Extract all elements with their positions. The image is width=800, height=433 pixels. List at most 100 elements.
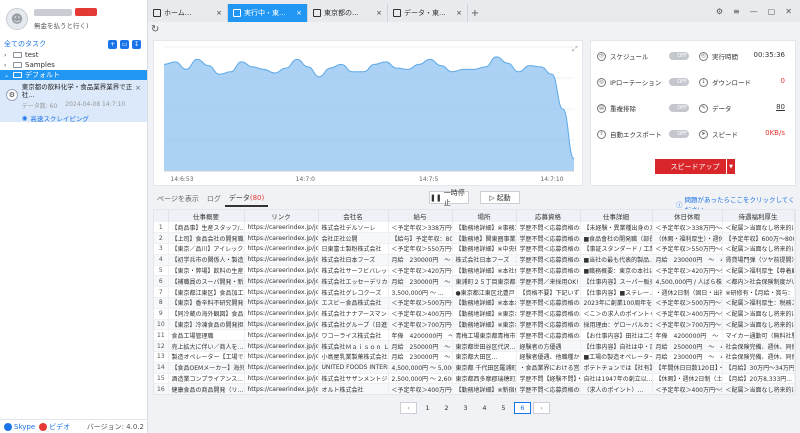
- table-row[interactable]: 2 【上司】食品会社の開発職... https://careerindex.jp/j…: [154, 232, 795, 245]
- table-row[interactable]: 15 酒造業コンプライアンス... https://careerindex.jp/j…: [154, 373, 795, 385]
- prev-page-button[interactable]: ‹: [400, 402, 417, 414]
- import-icon[interactable]: ↧: [132, 39, 141, 49]
- speed-up-button[interactable]: スピードアップ ▼: [655, 159, 735, 174]
- table-cell: 株式会社サザンメントジャ...: [318, 373, 389, 385]
- sidebar: ☻ 無金を払うと行く) 全てのタスク + ▭ ↧ › test › Samples …: [0, 0, 148, 433]
- close-icon[interactable]: ×: [296, 9, 302, 17]
- data-count-link[interactable]: 80: [776, 103, 785, 111]
- column-header[interactable]: 仕事詳細: [580, 210, 653, 222]
- menu-icon[interactable]: ≡: [733, 7, 740, 16]
- column-header[interactable]: 場所: [452, 210, 517, 222]
- table-cell: 東京都大田区...: [452, 351, 517, 363]
- folder-samples[interactable]: › Samples: [0, 60, 147, 70]
- table-cell: ポテトチョンでは【社有】...: [580, 362, 653, 374]
- new-task-icon[interactable]: +: [108, 39, 117, 49]
- task-title: 東京都の飲料化学・食品業界業界で正社...: [21, 83, 133, 99]
- table-cell: 9: [154, 308, 169, 320]
- table-cell: ＜配属＞当面なし将来的に...: [722, 383, 795, 394]
- page-button-3[interactable]: 3: [457, 402, 474, 414]
- ip-rotation-toggle[interactable]: OFF: [669, 78, 689, 86]
- tab-running[interactable]: 実行中・東... ×: [228, 4, 308, 22]
- table-row[interactable]: 7 【東京都江東区】食品加工... https://careerindex.jp/j…: [154, 286, 795, 299]
- table-cell: 株式会社サーフビバレッジ: [318, 265, 389, 277]
- tab-log[interactable]: ログ: [203, 191, 225, 207]
- table-row[interactable]: 9 【同冷蔵の海外観図】食品... https://careerindex.jp/j…: [154, 308, 795, 320]
- close-icon[interactable]: ×: [135, 84, 141, 92]
- table-cell: 年俸 4200000円 ～ 4...: [388, 329, 453, 342]
- table-cell: 食品工場管理職: [168, 329, 245, 342]
- all-tasks-label[interactable]: 全てのタスク: [4, 39, 46, 49]
- table-row[interactable]: 1 【商品事】生産スタッフ/... https://careerindex.jp/j…: [154, 222, 795, 234]
- close-icon[interactable]: ×: [216, 9, 222, 17]
- settings-icon[interactable]: ⚙: [716, 7, 723, 16]
- table-cell: 12: [154, 340, 169, 353]
- auto-export-toggle[interactable]: OFF: [669, 130, 689, 138]
- chevron-down-icon[interactable]: ▼: [726, 159, 735, 174]
- table-row[interactable]: 16 健康食品の商品開発（リ... https://careerindex.jp/j…: [154, 383, 795, 394]
- table-row[interactable]: 3 【東京／品川】アイレック... https://careerindex.jp/j…: [154, 243, 795, 255]
- new-folder-icon[interactable]: ▭: [120, 39, 129, 49]
- add-tab-icon[interactable]: +: [468, 4, 482, 22]
- table-cell: 【初学兵市の関係人・製造...: [168, 254, 245, 266]
- refresh-icon[interactable]: ↻: [151, 24, 163, 36]
- table-row[interactable]: 13 製造オペレーター【工場で... https://careerindex.jp/…: [154, 351, 795, 363]
- column-header[interactable]: 会社名: [318, 210, 389, 222]
- maximize-icon[interactable]: ▢: [768, 7, 776, 16]
- table-cell: 6: [154, 275, 169, 288]
- skype-link[interactable]: Skype: [4, 422, 35, 431]
- table-cell: https://careerindex.jp/job_...: [244, 254, 319, 266]
- page-button-4[interactable]: 4: [476, 402, 493, 414]
- table-cell: オルト株式会社: [318, 383, 389, 394]
- tab-data[interactable]: データ・東... ×: [388, 4, 468, 22]
- pause-button[interactable]: ❚❚ 一時停止: [429, 189, 469, 207]
- table-row[interactable]: 12 売上拡大に伴い／商人を... https://careerindex.jp/j…: [154, 340, 795, 353]
- expand-icon[interactable]: ⤢: [572, 45, 578, 53]
- table-row[interactable]: 5 【東京・弊場】飲料の生産... https://careerindex.jp/j…: [154, 265, 795, 277]
- table-row[interactable]: 8 【東京】香辛料不研究開発... https://careerindex.jp/j…: [154, 297, 795, 309]
- start-button[interactable]: ▷ 起動: [480, 191, 520, 204]
- next-page-button[interactable]: ›: [533, 402, 550, 414]
- column-header[interactable]: 仕事概要: [168, 210, 245, 222]
- column-header[interactable]: 応募資格: [516, 210, 581, 222]
- column-header[interactable]: 待遇福利厚生: [722, 210, 795, 222]
- plan-badge[interactable]: [75, 8, 97, 16]
- page-button-1[interactable]: 1: [419, 402, 436, 414]
- avatar[interactable]: ☻: [6, 8, 28, 30]
- table-row[interactable]: 4 【初学兵市の関係人・製造... https://careerindex.jp/j…: [154, 254, 795, 266]
- close-icon[interactable]: ×: [376, 9, 382, 17]
- window-close-icon[interactable]: ✕: [785, 7, 792, 16]
- table-cell: 月給 230000円 ～ ......: [388, 275, 453, 288]
- column-header[interactable]: リンク: [244, 210, 319, 222]
- task-item[interactable]: ⚙ 東京都の飲料化学・食品業界業界で正社... データ数: 60 2024-04-…: [0, 80, 147, 123]
- dedupe-toggle[interactable]: OFF: [669, 104, 689, 112]
- schedule-toggle[interactable]: OFF: [669, 52, 689, 60]
- speed-chart-svg: 14:6:53 14:7:0 14:7:5 14:7:10 ⤢: [163, 45, 578, 183]
- user-hint[interactable]: 無金を払うと行く): [34, 20, 97, 30]
- page-button-2[interactable]: 2: [438, 402, 455, 414]
- table-cell: 株式会社デルソーレ: [318, 222, 389, 234]
- column-header[interactable]: 休日休暇: [652, 210, 723, 222]
- table-cell: https://careerindex.jp/job_...: [244, 243, 319, 255]
- table-cell: 【仕事内容】■ステレー...: [580, 286, 653, 299]
- tab-data-view[interactable]: データ (80): [224, 191, 269, 207]
- page-button-6[interactable]: 6: [514, 402, 531, 414]
- table-cell: 学歴不問／来採用OK!【...: [516, 275, 581, 288]
- folder-test[interactable]: › test: [0, 50, 147, 60]
- column-header[interactable]: [154, 210, 169, 222]
- tab-home[interactable]: ホーム... ×: [148, 4, 228, 22]
- table-cell: ＜予定年収＞338万円～47...: [388, 222, 453, 234]
- tab-page-view[interactable]: ページを表示: [153, 191, 203, 207]
- task-list-header: 全てのタスク + ▭ ↧: [0, 38, 147, 50]
- table-row[interactable]: 11食品工場管理職https://careerindex.jp/job_...ワ…: [154, 329, 795, 342]
- table-row[interactable]: 14 【食品OEMメーカー】海外... https://careerindex.jp…: [154, 362, 795, 374]
- close-icon[interactable]: ×: [456, 9, 462, 17]
- table-row[interactable]: 10 【東京】冷凍食品の開発担... https://careerindex.jp/…: [154, 319, 795, 331]
- video-link[interactable]: ビデオ: [39, 422, 70, 432]
- table-cell: 【休暇】・週休2日制（土日...: [652, 373, 723, 385]
- page-button-5[interactable]: 5: [495, 402, 512, 414]
- tab-task[interactable]: 東京都の... ×: [308, 4, 388, 22]
- minimize-icon[interactable]: —: [750, 7, 758, 16]
- folder-default[interactable]: ⌄ デフォルト: [0, 70, 147, 80]
- table-row[interactable]: 6 【補職員のスーパ開発・新... https://careerindex.jp/j…: [154, 275, 795, 288]
- column-header[interactable]: 給与: [388, 210, 453, 222]
